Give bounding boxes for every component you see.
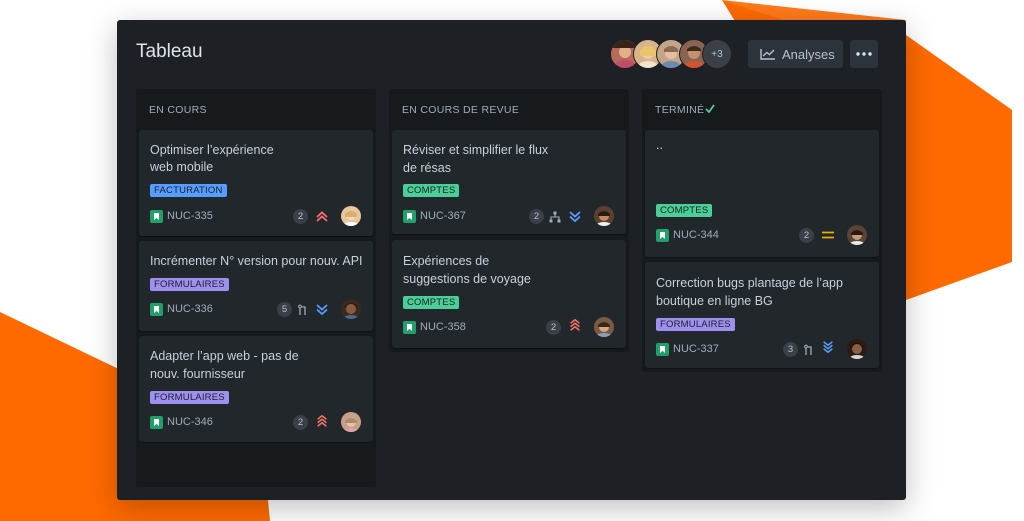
issue-key[interactable]: NUC-358 xyxy=(420,321,466,333)
more-members-badge[interactable]: +3 xyxy=(702,39,732,69)
card-title-line: Incrémenter N° version pour nouv. API xyxy=(150,254,363,268)
issue-key[interactable]: NUC-336 xyxy=(167,303,213,315)
pull-request-icon xyxy=(298,304,306,315)
column-termine: TERMINÉ .. COMPTES NUC-344 2 Correction … xyxy=(642,89,882,372)
pull-request-icon xyxy=(804,344,812,355)
assignee-avatar[interactable] xyxy=(594,317,614,337)
tag-label: FORMULAIRES xyxy=(150,391,229,404)
issue-card[interactable]: Optimiser l’expérience web mobile FACTUR… xyxy=(139,130,373,236)
priority-low-icon xyxy=(316,304,328,316)
issue-key[interactable]: NUC-335 xyxy=(167,210,213,222)
issue-card[interactable]: Adapter l’app web - pas de nouv. fournis… xyxy=(139,336,373,442)
column-title: EN COURS DE REVUE xyxy=(402,104,520,116)
estimate-badge: 2 xyxy=(799,228,814,243)
issue-key[interactable]: NUC-346 xyxy=(167,416,213,428)
story-icon xyxy=(150,416,163,429)
hierarchy-icon xyxy=(549,211,561,223)
issue-key[interactable]: NUC-367 xyxy=(420,210,466,222)
priority-low-icon xyxy=(569,211,581,223)
priority-highest-icon xyxy=(317,414,327,427)
check-icon xyxy=(705,104,716,114)
card-title-line: suggestions de voyage xyxy=(403,272,531,286)
assignee-avatar[interactable] xyxy=(341,299,361,319)
assignee-avatar[interactable] xyxy=(341,206,361,226)
assignee-avatar[interactable] xyxy=(847,339,867,359)
priority-lowest-icon xyxy=(823,341,833,354)
estimate-badge: 2 xyxy=(546,320,561,335)
estimate-badge: 2 xyxy=(293,209,308,224)
card-title-line: Adapter l’app web - pas de xyxy=(150,349,299,363)
card-title-line: de résas xyxy=(403,161,451,175)
issue-card[interactable]: .. COMPTES NUC-344 2 xyxy=(645,130,879,257)
card-title-line: web mobile xyxy=(150,160,214,174)
assignee-avatar[interactable] xyxy=(847,225,867,245)
column-title-text: TERMINÉ xyxy=(655,104,705,116)
issue-card[interactable]: Incrémenter N° version pour nouv. API FO… xyxy=(139,241,373,331)
story-icon xyxy=(656,229,669,242)
priority-medium-icon xyxy=(822,231,834,239)
analyses-button[interactable]: Analyses xyxy=(748,40,843,68)
tag-label: FORMULAIRES xyxy=(150,278,229,291)
story-icon xyxy=(150,210,163,223)
page-title: Tableau xyxy=(136,41,203,62)
tag-label: COMPTES xyxy=(403,184,460,197)
card-title-line: Réviser et simplifier le flux xyxy=(403,143,549,157)
story-icon xyxy=(403,210,416,223)
priority-high-icon xyxy=(316,211,328,222)
assignee-avatar[interactable] xyxy=(594,206,614,226)
story-icon xyxy=(403,321,416,334)
story-icon xyxy=(150,303,163,316)
estimate-badge: 5 xyxy=(277,302,292,317)
kanban-board: Tableau +3 Analyses EN COURS Optimiser l… xyxy=(117,20,906,500)
card-title-line: .. xyxy=(656,138,663,152)
card-title-line: Optimiser l’expérience xyxy=(150,143,274,157)
tag-label: FORMULAIRES xyxy=(656,318,735,331)
assignee-avatar[interactable] xyxy=(341,412,361,432)
column-en-cours-de-revue: EN COURS DE REVUE Réviser et simplifier … xyxy=(389,89,629,352)
column-en-cours: EN COURS Optimiser l’expérience web mobi… xyxy=(136,89,376,487)
estimate-badge: 3 xyxy=(783,342,798,357)
tag-label: FACTURATION xyxy=(150,184,227,197)
column-title: EN COURS xyxy=(149,104,207,116)
priority-highest-icon xyxy=(570,318,580,331)
more-icon xyxy=(856,52,872,56)
issue-key[interactable]: NUC-337 xyxy=(673,343,719,355)
tag-label: COMPTES xyxy=(656,204,713,217)
card-title-line: nouv. fournisseur xyxy=(150,367,245,381)
issue-card[interactable]: Expériences de suggestions de voyage COM… xyxy=(392,240,626,348)
card-title-line: Correction bugs plantage de l’app xyxy=(656,276,843,290)
issue-card[interactable]: Correction bugs plantage de l’app boutiq… xyxy=(645,262,879,368)
estimate-badge: 2 xyxy=(293,415,308,430)
analyses-label: Analyses xyxy=(782,46,835,62)
chart-trend-icon xyxy=(760,49,775,60)
estimate-badge: 2 xyxy=(529,209,544,224)
column-title: TERMINÉ xyxy=(655,104,716,116)
card-title-line: Expériences de xyxy=(403,254,490,268)
story-icon xyxy=(656,343,669,356)
issue-key[interactable]: NUC-344 xyxy=(673,229,719,241)
tag-label: COMPTES xyxy=(403,296,460,309)
more-button[interactable] xyxy=(850,40,878,68)
issue-card[interactable]: Réviser et simplifier le flux de résas C… xyxy=(392,130,626,234)
card-title-line: boutique en ligne BG xyxy=(656,294,773,308)
